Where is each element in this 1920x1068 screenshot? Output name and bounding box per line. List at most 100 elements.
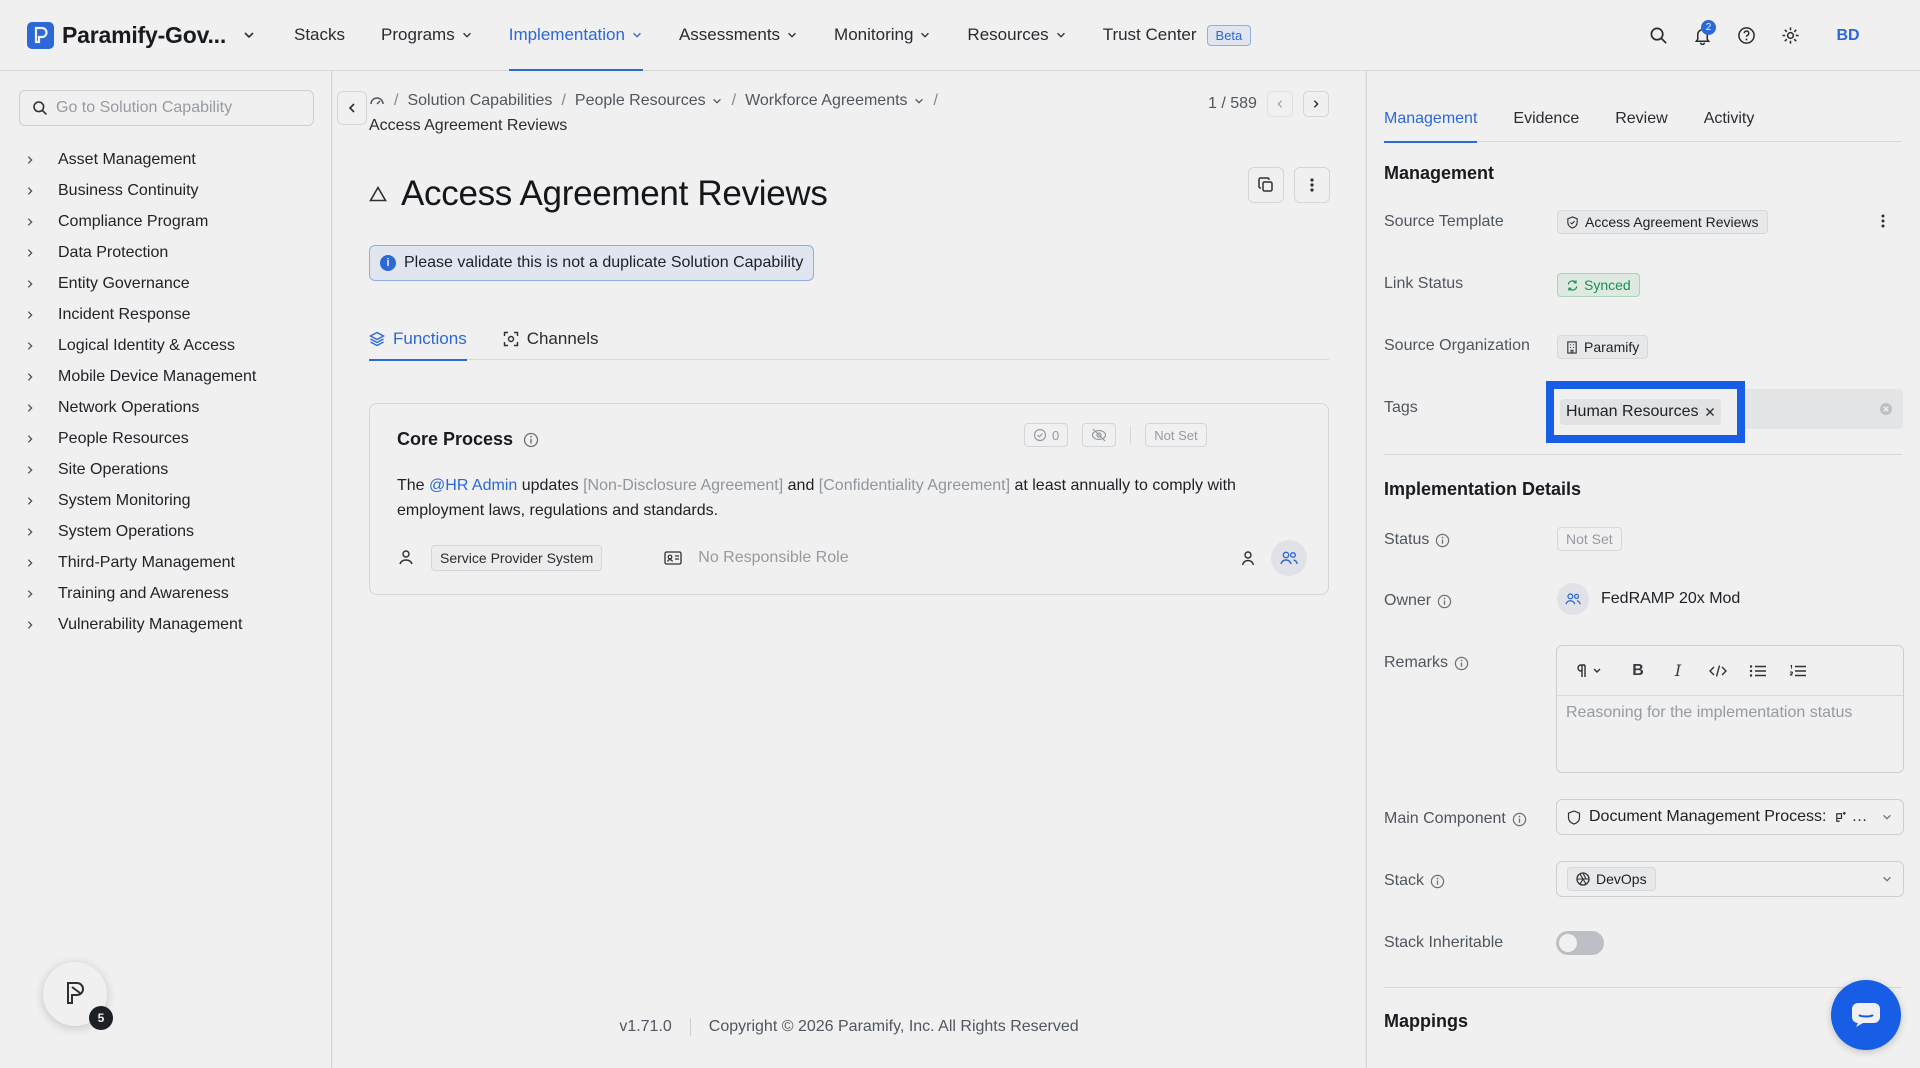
sidebar-item-system-operations[interactable]: System Operations	[25, 516, 256, 547]
source-template-label: Source Template	[1384, 213, 1504, 230]
stack-chip: DevOps	[1567, 867, 1656, 891]
paragraph-style-button[interactable]	[1571, 658, 1611, 684]
nav-item-monitoring[interactable]: Monitoring	[834, 0, 931, 71]
search-button[interactable]	[1636, 14, 1680, 58]
breadcrumb-label: Solution Capabilities	[407, 92, 553, 109]
group-button[interactable]	[1271, 540, 1307, 576]
info-circle-icon[interactable]	[1512, 812, 1527, 827]
pilcrow-icon	[1577, 663, 1601, 677]
tab-channels[interactable]: Channels	[503, 318, 599, 360]
sidebar-item-compliance-program[interactable]: Compliance Program	[25, 206, 256, 237]
role-mention-link[interactable]: @HR Admin	[429, 477, 517, 494]
notifications-button[interactable]: 2	[1680, 14, 1724, 58]
help-widget-button[interactable]: 5	[43, 962, 113, 1030]
bullet-list-button[interactable]	[1745, 658, 1771, 684]
nav-item-trust-center[interactable]: Trust Center Beta	[1103, 0, 1252, 71]
tab-activity[interactable]: Activity	[1704, 96, 1755, 142]
nav-item-label: Assessments	[678, 25, 781, 44]
stack-select[interactable]: DevOps	[1556, 861, 1904, 897]
status-select[interactable]: Not Set	[1557, 527, 1622, 551]
sidebar-item-people-resources[interactable]: People Resources	[25, 423, 256, 454]
nav-item-assessments[interactable]: Assessments	[679, 0, 798, 71]
sidebar-item-data-protection[interactable]: Data Protection	[25, 237, 256, 268]
sidebar-item-incident-response[interactable]: Incident Response	[25, 299, 256, 330]
main-component-select[interactable]: Document Management Process: …	[1556, 799, 1904, 835]
org-switcher[interactable]: Paramify-Gov...	[27, 21, 263, 49]
clear-circle-icon[interactable]	[1879, 402, 1893, 416]
numbered-list-button[interactable]	[1785, 658, 1811, 684]
sidebar-item-system-monitoring[interactable]: System Monitoring	[25, 485, 256, 516]
body-text: updates	[517, 477, 584, 494]
vertical-dots-icon	[1310, 178, 1314, 192]
nav-item-stacks[interactable]: Stacks	[294, 0, 345, 71]
breadcrumb-item[interactable]: Solution Capabilities	[407, 92, 552, 110]
owner-select[interactable]: FedRAMP 20x Mod	[1557, 583, 1740, 615]
nav-item-implementation[interactable]: Implementation	[508, 0, 644, 71]
tab-management[interactable]: Management	[1384, 96, 1478, 143]
tag-chip[interactable]: Human Resources	[1560, 399, 1721, 425]
chevron-right-icon	[25, 155, 41, 165]
home-gauge-icon[interactable]	[369, 93, 385, 109]
more-options-button[interactable]	[1294, 167, 1330, 203]
link-status-label: Link Status	[1384, 275, 1464, 292]
sidebar-item-mobile-device-management[interactable]: Mobile Device Management	[25, 361, 256, 392]
function-card[interactable]: Core Process 0 Not Set The @HR Admin upd…	[369, 403, 1329, 595]
next-record-button[interactable]	[1302, 91, 1329, 117]
shield-check-icon	[1567, 215, 1578, 229]
sidebar-item-network-operations[interactable]: Network Operations	[25, 392, 256, 423]
sidebar-item-asset-management[interactable]: Asset Management	[25, 144, 256, 175]
sidebar-item-business-continuity[interactable]: Business Continuity	[25, 175, 256, 206]
breadcrumb-item[interactable]: People Resources	[575, 92, 723, 110]
bold-button[interactable]: B	[1625, 658, 1651, 684]
info-circle-icon[interactable]	[1454, 656, 1469, 671]
hidden-toggle[interactable]	[1082, 423, 1117, 447]
sidebar-item-vulnerability-management[interactable]: Vulnerability Management	[25, 609, 256, 640]
paramify-logo-icon	[27, 21, 54, 49]
remarks-textarea[interactable]	[1566, 704, 1894, 764]
user-icon[interactable]	[1239, 549, 1257, 567]
sidebar-item-third-party-management[interactable]: Third-Party Management	[25, 547, 256, 578]
sidebar-item-logical-identity-access[interactable]: Logical Identity & Access	[25, 330, 256, 361]
info-circle-icon[interactable]	[1437, 594, 1452, 609]
sidebar-search-input[interactable]	[56, 99, 306, 117]
card-title: Core Process	[397, 429, 514, 449]
close-icon[interactable]	[1705, 407, 1715, 417]
chat-support-button[interactable]	[1831, 980, 1901, 1050]
sidebar-item-training-and-awareness[interactable]: Training and Awareness	[25, 578, 256, 609]
tab-evidence[interactable]: Evidence	[1513, 96, 1579, 142]
search-icon	[1650, 27, 1667, 44]
beta-badge: Beta	[1206, 24, 1252, 46]
nav-item-programs[interactable]: Programs	[381, 0, 473, 71]
previous-record-button[interactable]	[1266, 91, 1293, 117]
search-icon	[33, 101, 47, 115]
collapse-sidebar-button[interactable]	[337, 91, 367, 125]
org-name: Paramify-Gov...	[62, 21, 227, 48]
source-org-chip[interactable]: Paramify	[1557, 335, 1649, 359]
tab-review[interactable]: Review	[1615, 96, 1667, 142]
user-avatar[interactable]: BD	[1826, 13, 1870, 58]
validation-count[interactable]: 0	[1024, 423, 1069, 447]
card-status-badge[interactable]: Not Set	[1145, 423, 1207, 447]
sidebar-item-label: Incident Response	[58, 305, 191, 323]
settings-button[interactable]	[1768, 14, 1812, 58]
source-template-chip[interactable]: Access Agreement Reviews	[1557, 210, 1768, 234]
nav-item-resources[interactable]: Resources	[967, 0, 1066, 71]
breadcrumb-item[interactable]: Workforce Agreements	[745, 92, 924, 110]
help-button[interactable]	[1724, 14, 1768, 58]
info-circle-icon[interactable]	[523, 432, 539, 448]
italic-button[interactable]: I	[1665, 658, 1691, 684]
stack-inheritable-toggle[interactable]	[1556, 931, 1604, 955]
source-template-menu-button[interactable]	[1881, 213, 1885, 229]
copy-button[interactable]	[1248, 167, 1284, 203]
sidebar-item-entity-governance[interactable]: Entity Governance	[25, 268, 256, 299]
system-chip[interactable]: Service Provider System	[431, 545, 603, 571]
document-reference-link[interactable]: [Confidentiality Agreement]	[819, 477, 1010, 494]
remarks-label-text: Remarks	[1384, 654, 1449, 671]
document-reference-link[interactable]: [Non-Disclosure Agreement]	[583, 477, 783, 494]
sidebar-item-site-operations[interactable]: Site Operations	[25, 454, 256, 485]
info-circle-icon[interactable]	[1430, 874, 1445, 889]
responsible-role[interactable]: No Responsible Role	[698, 549, 848, 567]
info-circle-icon[interactable]	[1435, 533, 1450, 548]
code-button[interactable]	[1705, 658, 1731, 684]
tab-functions[interactable]: Functions	[369, 318, 467, 361]
